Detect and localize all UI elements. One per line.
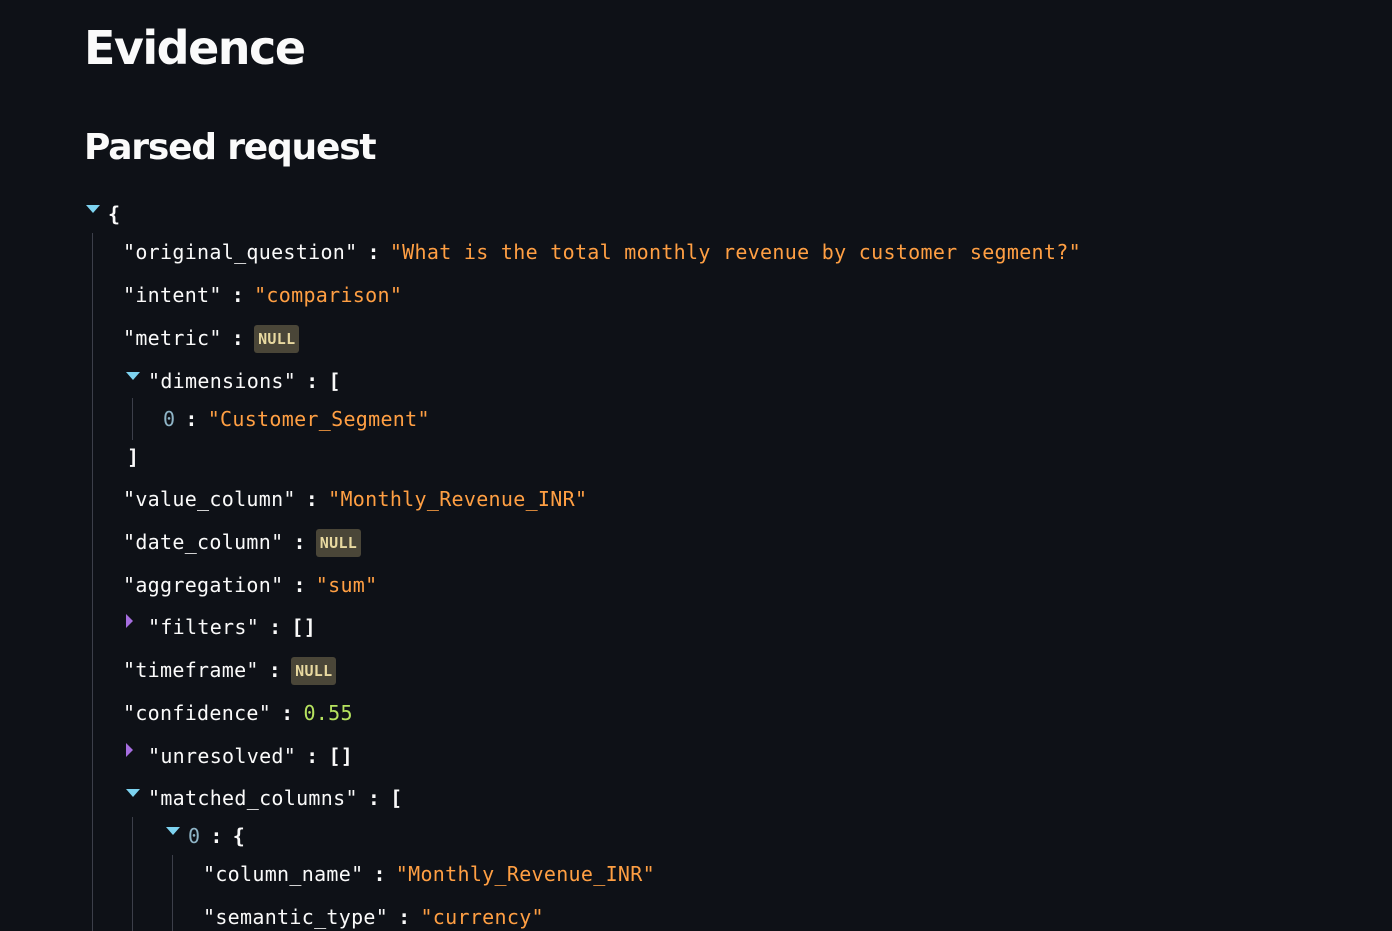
key-timeframe: "timeframe": [123, 658, 259, 682]
key-matched-columns: "matched_columns": [148, 786, 358, 810]
value-aggregation: "sum": [315, 573, 378, 597]
field-intent: "intent": "comparison": [123, 283, 403, 307]
field-unresolved: "unresolved":[]: [148, 744, 354, 768]
key-dimensions: "dimensions": [148, 369, 297, 393]
matched-columns-guide-line: [132, 817, 133, 931]
value-column-name: "Monthly_Revenue_INR": [395, 862, 655, 886]
key-confidence: "confidence": [123, 701, 272, 725]
field-confidence: "confidence":0.55: [123, 701, 353, 725]
key-unresolved: "unresolved": [148, 744, 297, 768]
dimensions-close-bracket: ]: [127, 445, 140, 469]
array-index: 0: [163, 407, 176, 431]
field-date-column: "date_column": NULL: [123, 527, 362, 557]
section-title: Parsed request: [84, 127, 377, 168]
field-value-column: "value_column": "Monthly_Revenue_INR": [123, 487, 588, 511]
root-collapse-toggle-icon[interactable]: [86, 205, 100, 213]
key-metric: "metric": [123, 326, 222, 350]
key-filters: "filters": [148, 615, 260, 639]
field-dimensions: "dimensions":[: [148, 369, 341, 393]
value-unresolved: []: [328, 744, 354, 768]
key-date-column: "date_column": [123, 530, 284, 554]
matched-item-guide-line: [172, 855, 173, 931]
value-dimension-0: "Customer_Segment": [207, 407, 430, 431]
matched-columns-item-0: 0:{: [188, 824, 246, 848]
value-value-column: "Monthly_Revenue_INR": [328, 487, 588, 511]
matched-columns-collapse-toggle-icon[interactable]: [126, 789, 140, 797]
field-aggregation: "aggregation": "sum": [123, 573, 378, 597]
dimensions-guide-line: [132, 398, 133, 440]
key-semantic-type: "semantic_type": [203, 905, 389, 929]
field-metric: "metric": NULL: [123, 323, 300, 353]
key-intent: "intent": [123, 283, 222, 307]
key-value-column: "value_column": [123, 487, 296, 511]
value-semantic-type: "currency": [420, 905, 544, 929]
value-filters: []: [291, 615, 317, 639]
value-original-question: "What is the total monthly revenue by cu…: [389, 240, 1081, 264]
key-aggregation: "aggregation": [123, 573, 284, 597]
key-column-name: "column_name": [203, 862, 364, 886]
unresolved-expand-toggle-icon[interactable]: [126, 743, 133, 757]
filters-expand-toggle-icon[interactable]: [126, 614, 133, 628]
root-open-brace: {: [108, 202, 121, 226]
dimensions-collapse-toggle-icon[interactable]: [126, 372, 140, 380]
dimensions-item-0: 0: "Customer_Segment": [163, 407, 430, 431]
value-intent: "comparison": [254, 283, 403, 307]
null-badge: NULL: [315, 528, 362, 557]
null-badge: NULL: [291, 656, 337, 685]
field-timeframe: "timeframe": NULL: [123, 655, 337, 685]
field-matched-columns: "matched_columns":[: [148, 786, 403, 810]
field-original-question: "original_question": "What is the total m…: [123, 240, 1081, 264]
field-semantic-type: "semantic_type": "currency": [203, 905, 544, 929]
page-title: Evidence: [84, 21, 306, 75]
field-filters: "filters":[]: [148, 615, 317, 639]
root-guide-line: [92, 233, 93, 931]
array-index: 0: [188, 824, 201, 848]
null-badge: NULL: [254, 324, 300, 353]
value-confidence: 0.55: [303, 701, 353, 725]
matched-item-0-collapse-toggle-icon[interactable]: [166, 827, 180, 835]
field-column-name: "column_name": "Monthly_Revenue_INR": [203, 862, 655, 886]
key-original-question: "original_question": [123, 240, 358, 264]
